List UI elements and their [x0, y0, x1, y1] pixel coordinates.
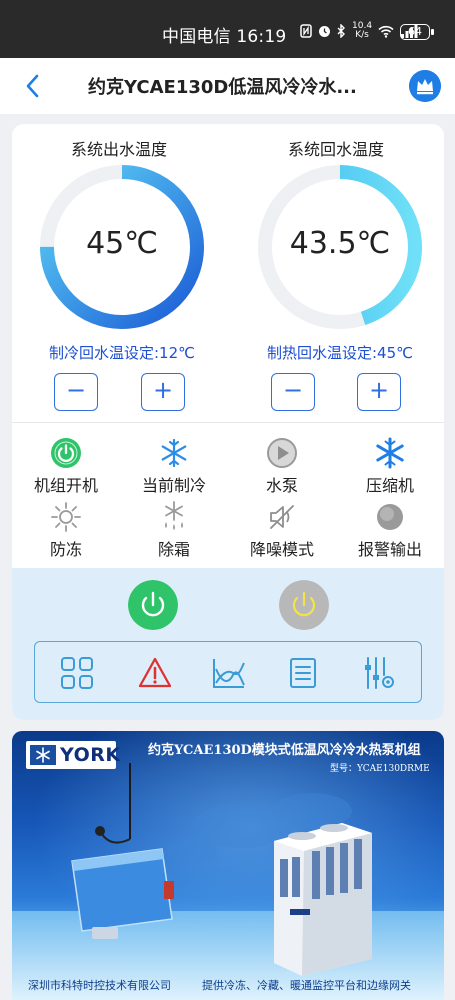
status-defrost: 除霜 [124, 500, 224, 560]
carrier-time: 中国电信 16:19 [162, 27, 287, 47]
alarm-dot-icon [377, 504, 403, 530]
status-label: 水泵 [265, 476, 298, 495]
status-noise-reduction: 降噪模式 [232, 500, 332, 560]
status-cooling: 当前制冷 [124, 436, 224, 496]
settings-sliders-icon[interactable] [361, 655, 397, 691]
alert-icon[interactable] [137, 655, 173, 691]
status-label: 防冻 [49, 540, 82, 559]
function-toolbar [34, 641, 422, 703]
banner-slogan: 提供冷冻、冷藏、暖通监控平台和边缘网关 [202, 979, 411, 992]
curve-icon[interactable] [211, 655, 247, 691]
status-label: 机组开机 [33, 476, 98, 495]
system-status-bar: 中国电信 16:19 10.4 K/s 64 [0, 0, 455, 58]
banner-model: 型号：YCAE130DRME [330, 764, 430, 774]
product-banner: YORK 约克YCAE130D模块式低温风冷冷水热泵机组 型号：YCAE130D… [12, 731, 444, 1000]
power-off-button[interactable] [279, 580, 329, 630]
status-pump: 水泵 [232, 436, 332, 496]
york-logo: YORK [26, 741, 120, 769]
status-label: 降噪模式 [249, 540, 314, 559]
grid-icon[interactable] [59, 655, 95, 691]
battery-indicator: 64 [400, 24, 434, 40]
return-temp-value: 43.5℃ [289, 226, 391, 261]
banner-title: 约克YCAE130D模块式低温风冷冷水热泵机组 [148, 743, 421, 758]
status-compressor: 压缩机 [340, 436, 440, 496]
bluetooth-icon [337, 24, 345, 38]
app-header: 约克YCAE130D低温风冷冷水... [0, 58, 455, 114]
compressor-snowflake-icon [376, 437, 404, 469]
york-snowflake-icon [30, 745, 56, 765]
list-icon[interactable] [285, 655, 321, 691]
mute-icon [270, 505, 294, 529]
outlet-temp-value: 45℃ [86, 226, 158, 261]
banner-company: 深圳市科特时控技术有限公司 [28, 979, 171, 992]
status-label: 当前制冷 [141, 476, 206, 495]
main-card: 系统出水温度 45℃ 制冷回水温设定:12℃ − + 系统回水温度 43.5℃ … [12, 124, 444, 720]
return-temp-title: 系统回水温度 [287, 140, 384, 159]
cooling-plus-button[interactable]: + [141, 373, 185, 411]
defrost-icon [165, 501, 183, 530]
heating-minus-button[interactable]: − [271, 373, 315, 411]
pump-icon [267, 438, 297, 468]
status-label: 压缩机 [365, 476, 414, 495]
divider [12, 422, 444, 423]
cooling-minus-button[interactable]: − [54, 373, 98, 411]
cooling-setpoint-label: 制冷回水温设定:12℃ [49, 344, 195, 362]
power-on-button[interactable] [128, 580, 178, 630]
power-on-icon [51, 438, 81, 468]
heating-plus-button[interactable]: + [357, 373, 401, 411]
control-panel [12, 568, 444, 720]
crown-icon[interactable] [409, 70, 441, 102]
snowflake-icon [161, 438, 187, 468]
chiller-unit-image [274, 823, 372, 976]
speed-unit: K/s [355, 30, 369, 40]
network-speed: 10.4 K/s [352, 22, 372, 40]
status-label: 除霜 [157, 540, 190, 559]
nfc-icon [300, 24, 312, 38]
alarm-clock-icon [319, 26, 330, 37]
outlet-temp-title: 系统出水温度 [70, 140, 167, 159]
back-arrow-icon[interactable] [20, 71, 46, 101]
york-logo-text: YORK [60, 744, 121, 766]
status-label: 报警输出 [357, 540, 422, 559]
heating-setpoint-label: 制热回水温设定:45℃ [267, 344, 413, 362]
page-title: 约克YCAE130D低温风冷冷水... [88, 77, 357, 98]
status-antifreeze: 防冻 [16, 500, 116, 560]
wifi-icon [378, 25, 394, 38]
antifreeze-sun-icon [51, 502, 81, 532]
status-unit-on: 机组开机 [16, 436, 116, 496]
status-alarm-output: 报警输出 [340, 500, 440, 560]
